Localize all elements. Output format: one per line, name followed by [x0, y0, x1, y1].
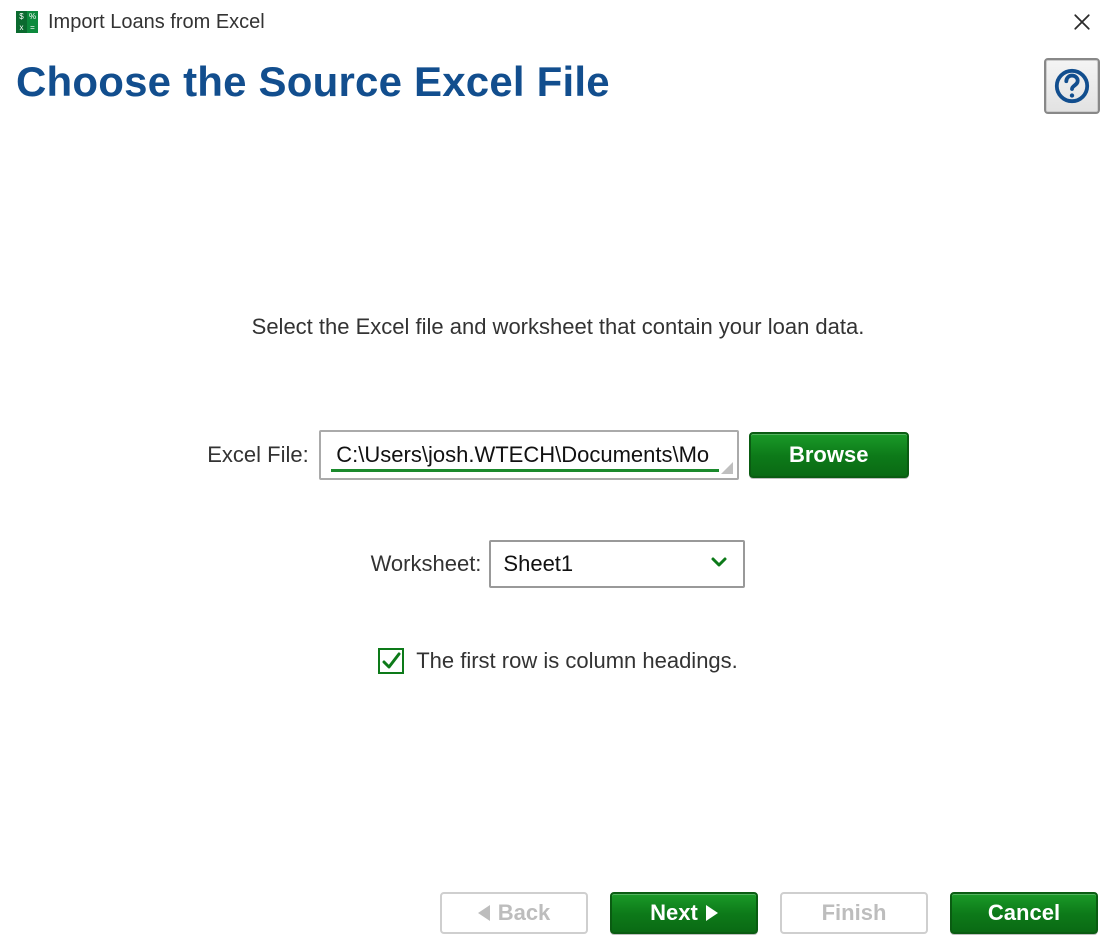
header-row: Choose the Source Excel File [0, 44, 1116, 114]
cancel-button-label: Cancel [988, 900, 1060, 926]
resize-grip-icon [719, 460, 733, 474]
instruction-text: Select the Excel file and worksheet that… [0, 314, 1116, 340]
back-button-label: Back [498, 900, 551, 926]
chevron-down-icon [709, 552, 729, 577]
input-underline [331, 469, 719, 472]
checkbox-row: The first row is column headings. [0, 648, 1116, 674]
footer: Back Next Finish Cancel [0, 892, 1116, 934]
triangle-right-icon [706, 905, 718, 921]
worksheet-row: Worksheet: Sheet1 [0, 540, 1116, 588]
app-icon: $%x= [16, 11, 38, 33]
browse-button[interactable]: Browse [749, 432, 909, 478]
triangle-left-icon [478, 905, 490, 921]
window-title: Import Loans from Excel [48, 11, 265, 34]
worksheet-selected: Sheet1 [503, 551, 573, 577]
worksheet-label: Worksheet: [371, 551, 482, 577]
check-icon [381, 651, 401, 671]
page-title: Choose the Source Excel File [16, 58, 610, 106]
titlebar-left: $%x= Import Loans from Excel [16, 11, 265, 34]
help-button[interactable] [1044, 58, 1100, 114]
content: Select the Excel file and worksheet that… [0, 114, 1116, 674]
next-button-label: Next [650, 900, 698, 926]
next-button[interactable]: Next [610, 892, 758, 934]
cancel-button[interactable]: Cancel [950, 892, 1098, 934]
excel-file-input[interactable]: C:\Users\josh.WTECH\Documents\Mo [319, 430, 739, 480]
finish-button-label: Finish [822, 900, 887, 926]
browse-button-label: Browse [789, 442, 868, 468]
titlebar: $%x= Import Loans from Excel [0, 0, 1116, 44]
close-icon[interactable] [1060, 4, 1104, 40]
back-button: Back [440, 892, 588, 934]
worksheet-select[interactable]: Sheet1 [489, 540, 745, 588]
first-row-headings-checkbox[interactable] [378, 648, 404, 674]
file-row: Excel File: C:\Users\josh.WTECH\Document… [0, 430, 1116, 480]
help-icon [1053, 67, 1091, 105]
finish-button: Finish [780, 892, 928, 934]
first-row-headings-label: The first row is column headings. [416, 648, 738, 674]
excel-file-label: Excel File: [207, 442, 308, 468]
